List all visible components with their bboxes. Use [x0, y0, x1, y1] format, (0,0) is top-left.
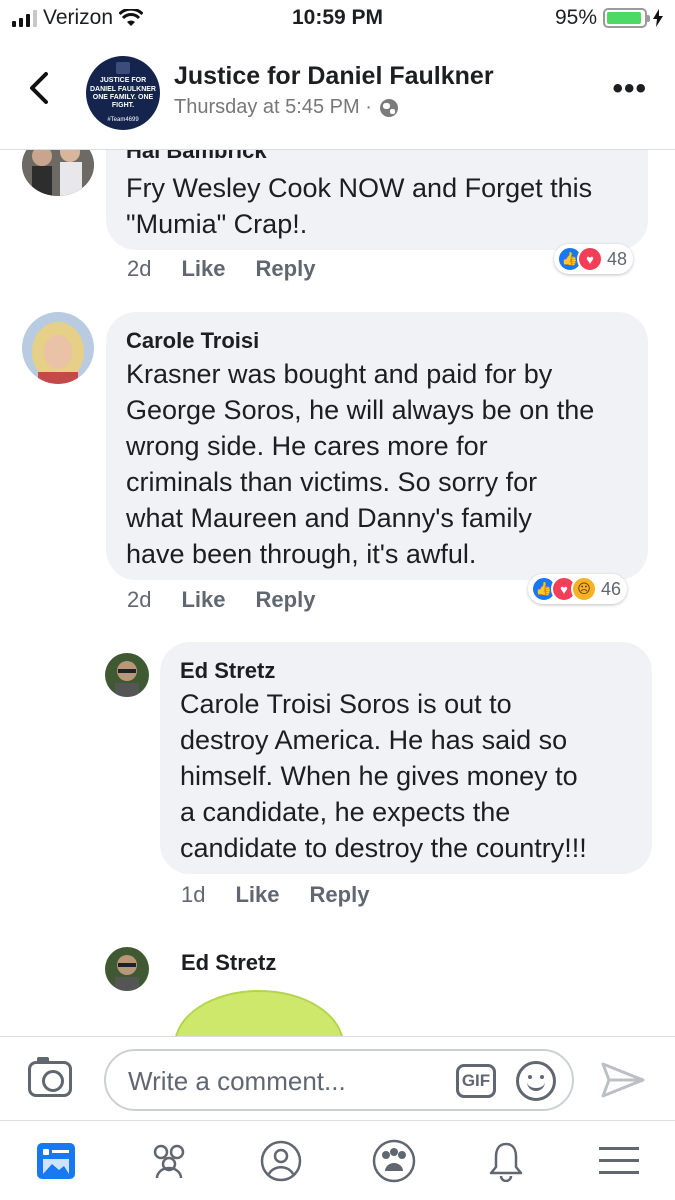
comment-line: what Maureen and Danny's family [126, 503, 532, 533]
commenter-name[interactable]: Carole Troisi [126, 328, 259, 354]
reaction-count: 46 [601, 578, 622, 599]
profile-icon [261, 1140, 302, 1181]
commenter-name[interactable]: Ed Stretz [180, 658, 275, 684]
reaction-count: 48 [607, 248, 628, 269]
like-button[interactable]: Like [235, 882, 279, 908]
back-chevron-icon[interactable] [28, 70, 50, 115]
reply-bubble[interactable]: Ed Stretz Carole Troisi Soros is out to … [160, 642, 652, 874]
comment-line: criminals than victims. So sorry for [126, 467, 538, 497]
avatar[interactable] [22, 150, 94, 196]
post-time-label: Thursday at 5:45 PM · [174, 96, 372, 118]
comment-line: destroy America. He has said so [180, 725, 568, 755]
groups-icon [153, 1144, 184, 1178]
commenter-name[interactable]: Hal Bambrick [126, 150, 267, 164]
notifications-icon [490, 1142, 523, 1182]
post-timestamp: Thursday at 5:45 PM · [174, 96, 398, 119]
tab-menu[interactable] [584, 1126, 654, 1196]
avatar[interactable] [105, 653, 149, 697]
send-icon[interactable] [600, 1061, 646, 1099]
comment-line: Fry Wesley Cook NOW and Forget this [126, 173, 593, 203]
like-button[interactable]: Like [181, 587, 225, 613]
avatar-line-1: JUSTICE FOR DANIEL FAULKNER [90, 77, 156, 93]
sad-icon: ☹ [571, 576, 597, 602]
comment-input[interactable] [128, 1063, 438, 1099]
comment-line: Krasner was bought and paid for by [126, 359, 553, 389]
tab-communities[interactable] [359, 1126, 429, 1196]
globe-icon [379, 98, 398, 117]
page-title[interactable]: Justice for Daniel Faulkner [174, 62, 494, 91]
tab-notifications[interactable] [471, 1126, 541, 1196]
post-header: JUSTICE FOR DANIEL FAULKNER ONE FAMILY. … [0, 40, 675, 150]
tab-news-feed[interactable] [21, 1126, 91, 1196]
camera-icon[interactable] [28, 1057, 72, 1097]
reply-button[interactable]: Reply [310, 882, 370, 908]
comment-text: Krasner was bought and paid for by Georg… [126, 356, 594, 572]
comment-text: Fry Wesley Cook NOW and Forget this "Mum… [126, 170, 592, 242]
comment-age: 2d [127, 587, 152, 612]
comment-line: candidate to destroy the country!!! [180, 833, 587, 863]
battery-area: 95% [555, 6, 663, 30]
comment-line: have been through, it's awful. [126, 539, 477, 569]
comment-line: wrong side. He cares more for [126, 431, 488, 461]
battery-percent: 95% [554, 6, 597, 29]
battery-icon [603, 8, 650, 28]
comment-composer: GIF [0, 1036, 675, 1120]
comment-age: 1d [181, 882, 206, 907]
gif-button[interactable]: GIF [456, 1064, 496, 1098]
comment-line: Carole Troisi Soros is out to [180, 689, 512, 719]
comment-actions: 2d Like Reply [127, 256, 315, 282]
tab-profile[interactable] [246, 1126, 316, 1196]
comment-field[interactable]: GIF [104, 1049, 574, 1111]
more-options-icon[interactable]: ••• [612, 72, 647, 106]
commenter-name[interactable]: Ed Stretz [181, 950, 276, 976]
tab-groups[interactable] [134, 1126, 204, 1196]
comment-actions: 2d Like Reply [127, 587, 315, 613]
reaction-summary[interactable]: 👍 ♥ 48 [554, 244, 634, 274]
reply-button[interactable]: Reply [256, 587, 316, 613]
comment-line: himself. When he gives money to [180, 761, 578, 791]
comment-line: "Mumia" Crap!. [126, 209, 308, 239]
avatar-hashtag: #Team4699 [107, 116, 139, 123]
love-icon: ♥ [577, 246, 603, 272]
comment-bubble[interactable]: Carole Troisi Krasner was bought and pai… [106, 312, 648, 580]
comment-bubble[interactable]: Hal Bambrick Fry Wesley Cook NOW and For… [106, 150, 648, 250]
comment-actions: 1d Like Reply [181, 882, 369, 908]
comment-text: Carole Troisi Soros is out to destroy Am… [180, 686, 587, 866]
like-button[interactable]: Like [181, 256, 225, 282]
status-bar: Verizon 10:59 PM 95% [0, 0, 675, 38]
gif-attachment[interactable] [174, 990, 344, 1036]
avatar[interactable] [22, 312, 94, 384]
comment-age: 2d [127, 256, 152, 281]
comment-line: George Soros, he will always be on the [126, 395, 595, 425]
communities-icon [372, 1139, 415, 1182]
police-badge-icon [116, 62, 130, 75]
charging-icon [653, 9, 663, 27]
bottom-tab-bar [0, 1120, 675, 1200]
emoji-icon[interactable] [516, 1061, 556, 1101]
avatar-line-2: ONE FAMILY. ONE FIGHT. [92, 93, 154, 110]
reaction-summary[interactable]: 👍 ♥ ☹ 46 [528, 574, 628, 604]
menu-icon [598, 1146, 639, 1174]
page-avatar[interactable]: JUSTICE FOR DANIEL FAULKNER ONE FAMILY. … [86, 56, 160, 130]
news-feed-icon [37, 1142, 76, 1179]
reply-button[interactable]: Reply [256, 256, 316, 282]
comment-list[interactable]: Hal Bambrick Fry Wesley Cook NOW and For… [0, 150, 675, 1036]
avatar[interactable] [105, 947, 149, 991]
comment-line: a candidate, he expects the [180, 797, 511, 827]
